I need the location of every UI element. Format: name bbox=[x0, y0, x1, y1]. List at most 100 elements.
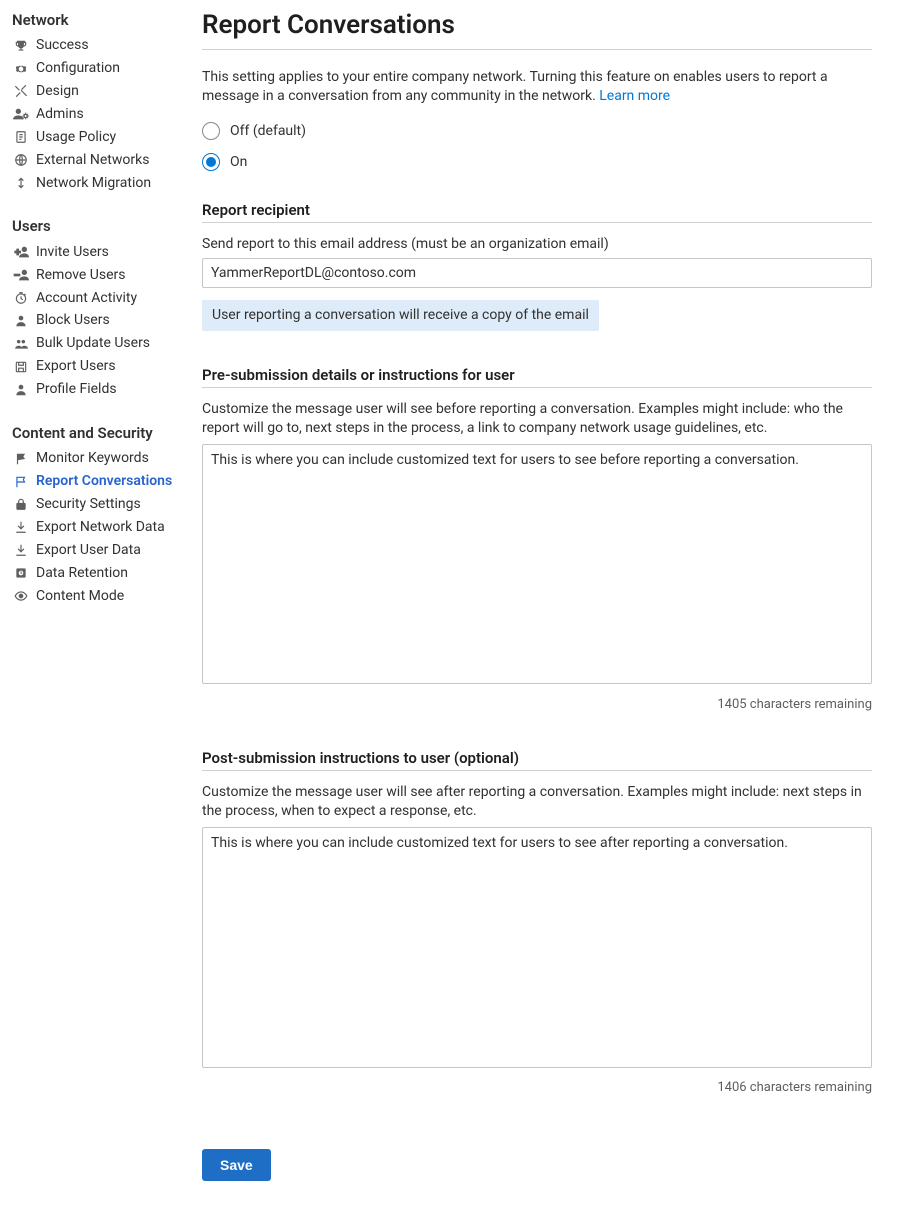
person-icon bbox=[12, 312, 30, 330]
sidebar-item-label: Block Users bbox=[36, 311, 110, 330]
section-report-recipient: Report recipient Send report to this ema… bbox=[202, 200, 872, 331]
sidebar-item-remove-users[interactable]: Remove Users bbox=[12, 264, 178, 287]
sidebar-item-block-users[interactable]: Block Users bbox=[12, 309, 178, 332]
page-title: Report Conversations bbox=[202, 8, 872, 43]
pre-submission-char-count: 1405 characters remaining bbox=[202, 696, 872, 714]
sidebar-group-title: Users bbox=[12, 216, 178, 236]
sidebar-item-label: Invite Users bbox=[36, 243, 109, 262]
sidebar-item-label: Success bbox=[36, 36, 89, 55]
save-button[interactable]: Save bbox=[202, 1149, 271, 1181]
post-submission-textarea[interactable] bbox=[202, 827, 872, 1068]
radio-on[interactable]: On bbox=[202, 153, 872, 172]
sidebar-item-label: Export Users bbox=[36, 357, 116, 376]
radio-off[interactable]: Off (default) bbox=[202, 122, 872, 141]
sidebar-item-content-mode[interactable]: Content Mode bbox=[12, 585, 178, 608]
page-description: This setting applies to your entire comp… bbox=[202, 68, 872, 106]
sidebar-item-label: Export Network Data bbox=[36, 518, 165, 537]
sidebar-item-label: Remove Users bbox=[36, 266, 126, 285]
tools-icon bbox=[12, 82, 30, 100]
sidebar-item-bulk-update-users[interactable]: Bulk Update Users bbox=[12, 332, 178, 355]
sidebar-item-success[interactable]: Success bbox=[12, 34, 178, 57]
section-title: Report recipient bbox=[202, 200, 872, 220]
recipient-info: User reporting a conversation will recei… bbox=[202, 300, 599, 331]
sidebar-item-data-retention[interactable]: Data Retention bbox=[12, 562, 178, 585]
sidebar-item-export-network-data[interactable]: Export Network Data bbox=[12, 516, 178, 539]
section-rule bbox=[202, 770, 872, 771]
flag-icon bbox=[12, 450, 30, 468]
learn-more-link[interactable]: Learn more bbox=[599, 88, 670, 104]
post-submission-char-count: 1406 characters remaining bbox=[202, 1079, 872, 1097]
sidebar-item-label: Report Conversations bbox=[36, 472, 172, 491]
section-rule bbox=[202, 387, 872, 388]
sidebar-item-label: Design bbox=[36, 82, 79, 101]
radio-on-label: On bbox=[230, 153, 247, 172]
sidebar-item-network-migration[interactable]: Network Migration bbox=[12, 172, 178, 195]
bulk-users-icon bbox=[12, 335, 30, 353]
sidebar-group-title: Content and Security bbox=[12, 423, 178, 443]
sidebar-item-label: Configuration bbox=[36, 59, 120, 78]
section-post-submission: Post-submission instructions to user (op… bbox=[202, 748, 872, 1097]
sidebar-item-label: Monitor Keywords bbox=[36, 449, 149, 468]
report-flag-icon bbox=[12, 473, 30, 491]
download-icon bbox=[12, 541, 30, 559]
sidebar-item-security-settings[interactable]: Security Settings bbox=[12, 493, 178, 516]
radio-circle-selected-icon bbox=[202, 153, 220, 171]
remove-user-icon bbox=[12, 266, 30, 284]
clock-icon bbox=[12, 289, 30, 307]
section-pre-submission: Pre-submission details or instructions f… bbox=[202, 365, 872, 714]
sidebar-item-label: Data Retention bbox=[36, 564, 128, 583]
up-down-icon bbox=[12, 174, 30, 192]
pre-submission-textarea[interactable] bbox=[202, 444, 872, 685]
sidebar-item-report-conversations[interactable]: Report Conversations bbox=[12, 470, 178, 493]
lock-icon bbox=[12, 495, 30, 513]
sidebar-item-external-networks[interactable]: External Networks bbox=[12, 149, 178, 172]
feature-toggle-group: Off (default) On bbox=[202, 122, 872, 172]
sidebar-item-label: Usage Policy bbox=[36, 128, 116, 147]
trophy-icon bbox=[12, 37, 30, 55]
eye-icon bbox=[12, 587, 30, 605]
sidebar-item-label: External Networks bbox=[36, 151, 149, 170]
globe-icon bbox=[12, 151, 30, 169]
sidebar-group-title: Network bbox=[12, 10, 178, 30]
page-description-text: This setting applies to your entire comp… bbox=[202, 69, 828, 104]
retention-icon bbox=[12, 564, 30, 582]
sidebar-item-label: Account Activity bbox=[36, 289, 137, 308]
person-solid-icon bbox=[12, 381, 30, 399]
section-title: Pre-submission details or instructions f… bbox=[202, 365, 872, 385]
sidebar-item-label: Content Mode bbox=[36, 587, 124, 606]
sidebar-item-design[interactable]: Design bbox=[12, 80, 178, 103]
sidebar-item-account-activity[interactable]: Account Activity bbox=[12, 287, 178, 310]
sidebar-group-network: Network Success Configuration Design bbox=[12, 10, 178, 194]
gear-icon bbox=[12, 60, 30, 78]
pre-submission-help: Customize the message user will see befo… bbox=[202, 400, 872, 438]
sidebar-item-label: Admins bbox=[36, 105, 84, 124]
admins-icon bbox=[12, 105, 30, 123]
sidebar-item-label: Bulk Update Users bbox=[36, 334, 150, 353]
download-icon bbox=[12, 518, 30, 536]
radio-circle-icon bbox=[202, 122, 220, 140]
sidebar: Network Success Configuration Design bbox=[8, 8, 178, 1181]
sidebar-item-usage-policy[interactable]: Usage Policy bbox=[12, 126, 178, 149]
save-icon bbox=[12, 358, 30, 376]
sidebar-item-admins[interactable]: Admins bbox=[12, 103, 178, 126]
sidebar-item-label: Security Settings bbox=[36, 495, 141, 514]
sidebar-item-monitor-keywords[interactable]: Monitor Keywords bbox=[12, 447, 178, 470]
main-content: Report Conversations This setting applie… bbox=[202, 8, 900, 1181]
title-rule bbox=[202, 49, 872, 50]
sidebar-item-label: Network Migration bbox=[36, 174, 151, 193]
document-icon bbox=[12, 128, 30, 146]
sidebar-item-label: Profile Fields bbox=[36, 380, 117, 399]
sidebar-item-profile-fields[interactable]: Profile Fields bbox=[12, 378, 178, 401]
recipient-email-label: Send report to this email address (must … bbox=[202, 235, 872, 254]
radio-off-label: Off (default) bbox=[230, 122, 306, 141]
post-submission-help: Customize the message user will see afte… bbox=[202, 783, 872, 821]
sidebar-item-configuration[interactable]: Configuration bbox=[12, 57, 178, 80]
invite-user-icon bbox=[12, 243, 30, 261]
sidebar-item-export-user-data[interactable]: Export User Data bbox=[12, 539, 178, 562]
section-title: Post-submission instructions to user (op… bbox=[202, 748, 872, 768]
section-rule bbox=[202, 222, 872, 223]
sidebar-item-invite-users[interactable]: Invite Users bbox=[12, 241, 178, 264]
recipient-email-input[interactable] bbox=[202, 258, 872, 288]
sidebar-item-label: Export User Data bbox=[36, 541, 141, 560]
sidebar-item-export-users[interactable]: Export Users bbox=[12, 355, 178, 378]
